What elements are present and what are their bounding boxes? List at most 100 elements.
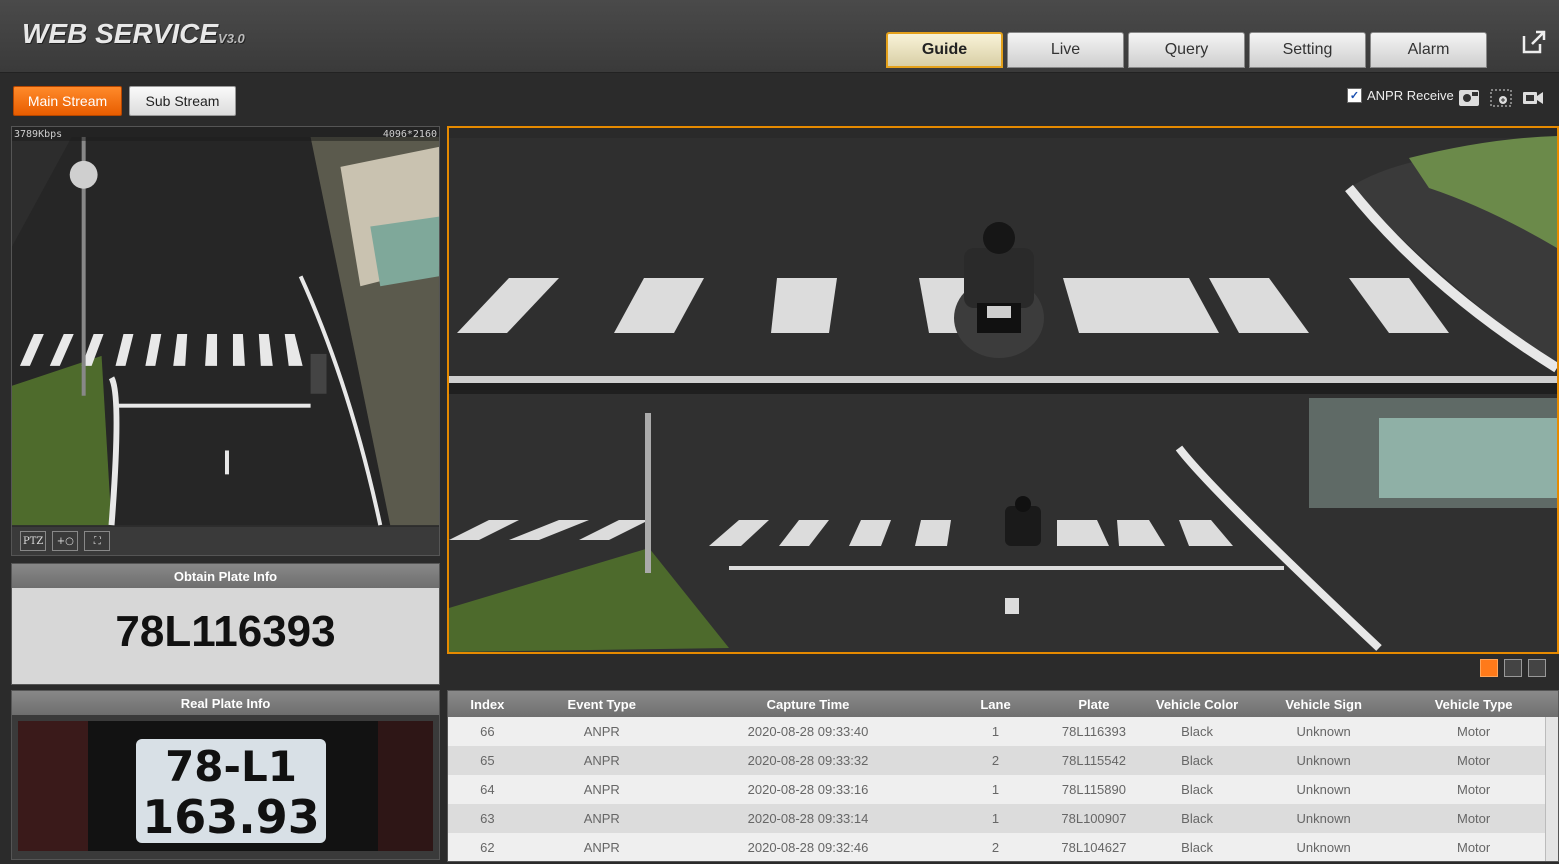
cell-index: 65 [480, 753, 495, 768]
obtained-plate-number: 78L116393 [115, 607, 336, 656]
tab-setting[interactable]: Setting [1249, 32, 1366, 68]
snapshot-icon[interactable] [1457, 86, 1481, 110]
table-row[interactable]: 65 ANPR 2020-08-28 09:33:32 2 78L115542 … [448, 746, 1558, 775]
logout-icon[interactable] [1520, 28, 1548, 56]
table-row[interactable]: 62 ANPR 2020-08-28 09:32:46 2 78L104627 … [448, 833, 1558, 861]
cell-lane: 1 [991, 811, 1000, 826]
cell-plate: 78L100907 [1061, 811, 1127, 826]
bitrate-readout: 3789Kbps [14, 129, 63, 140]
table-header: Index Event Type Capture Time Lane Plate… [448, 691, 1558, 717]
table-scrollbar[interactable] [1545, 717, 1558, 861]
table-body: 66 ANPR 2020-08-28 09:33:40 1 78L116393 … [448, 717, 1558, 861]
anpr-receive-toggle[interactable]: ✓ ANPR Receive [1347, 88, 1454, 103]
cell-vehicle-type: Motor [1457, 840, 1491, 855]
cell-capture-time: 2020-08-28 09:33:40 [747, 724, 869, 739]
cell-vehicle-type: Motor [1457, 811, 1491, 826]
plate-line2: 163.93 [142, 790, 320, 844]
fullscreen-view-icon[interactable] [1528, 659, 1546, 677]
anpr-events-table: Index Event Type Capture Time Lane Plate… [447, 690, 1559, 862]
resolution-readout: 4096*2160 [382, 129, 437, 140]
cell-capture-time: 2020-08-28 09:33:32 [747, 753, 869, 768]
col-index[interactable]: Index [448, 691, 527, 717]
cell-index: 64 [480, 782, 495, 797]
street-scene-image [12, 127, 439, 555]
cell-vehicle-color: Black [1181, 840, 1213, 855]
tab-guide[interactable]: Guide [886, 32, 1003, 68]
cell-vehicle-color: Black [1181, 753, 1213, 768]
col-lane[interactable]: Lane [939, 691, 1052, 717]
main-tabs: Guide Live Query Setting Alarm [886, 32, 1487, 70]
anpr-label: ANPR Receive [1367, 88, 1454, 103]
zoom-region-icon[interactable] [1489, 86, 1513, 110]
cell-plate: 78L116393 [1061, 724, 1126, 739]
live-video-view[interactable]: 3789Kbps 4096*2160 PTZ +○ ⛶ [11, 126, 440, 556]
ptz-controls: PTZ +○ ⛶ [12, 527, 439, 555]
col-event-type[interactable]: Event Type [527, 691, 677, 717]
plate-crop-image: 78-L1 163.93 [18, 721, 433, 851]
plate-crop-graphic: 78-L1 163.93 [18, 721, 433, 851]
cell-index: 63 [480, 811, 495, 826]
ptz-button[interactable]: PTZ [20, 531, 47, 551]
table-row[interactable]: 66 ANPR 2020-08-28 09:33:40 1 78L116393 … [448, 717, 1558, 746]
cell-capture-time: 2020-08-28 09:32:46 [747, 840, 869, 855]
cell-index: 66 [480, 724, 495, 739]
col-vehicle-color[interactable]: Vehicle Color [1136, 691, 1258, 717]
top-bar: WEB SERVICEV3.0 Guide Live Query Setting… [0, 0, 1559, 73]
main-stream-button[interactable]: Main Stream [13, 86, 122, 116]
cell-plate: 78L115890 [1061, 782, 1126, 797]
capture-scene-image [449, 128, 1557, 652]
cell-event-type: ANPR [583, 840, 620, 855]
cell-index: 62 [480, 840, 495, 855]
anpr-checkbox[interactable]: ✓ [1347, 88, 1362, 103]
cell-lane: 2 [991, 753, 1000, 768]
fullscreen-icon[interactable]: ⛶ [84, 531, 111, 551]
col-plate[interactable]: Plate [1052, 691, 1136, 717]
plate-line1: 78-L1 [165, 742, 297, 791]
real-plate-title: Real Plate Info [12, 691, 439, 715]
grid-view-icon[interactable] [1504, 659, 1522, 677]
logo-text: WEB SERVICE [22, 18, 219, 49]
real-plate-panel: Real Plate Info 78-L1 163.93 [11, 690, 440, 860]
col-vehicle-sign[interactable]: Vehicle Sign [1258, 691, 1389, 717]
cell-event-type: ANPR [583, 724, 620, 739]
cell-event-type: ANPR [583, 782, 620, 797]
obtain-plate-panel: Obtain Plate Info 78L116393 [11, 563, 440, 685]
cell-vehicle-type: Motor [1457, 724, 1491, 739]
cell-lane: 2 [991, 840, 1000, 855]
cell-vehicle-color: Black [1181, 724, 1213, 739]
col-capture-time[interactable]: Capture Time [677, 691, 940, 717]
obtain-plate-title: Obtain Plate Info [12, 564, 439, 588]
cell-vehicle-sign: Unknown [1296, 811, 1351, 826]
cell-event-type: ANPR [583, 753, 620, 768]
cell-event-type: ANPR [583, 811, 620, 826]
cell-vehicle-type: Motor [1457, 782, 1491, 797]
tab-query[interactable]: Query [1128, 32, 1245, 68]
single-view-icon[interactable] [1480, 659, 1498, 677]
cell-vehicle-color: Black [1181, 811, 1213, 826]
capture-image-view[interactable] [447, 126, 1559, 654]
zoom-focus-icon[interactable]: +○ [52, 531, 79, 551]
cell-plate: 78L104627 [1061, 840, 1127, 855]
cell-vehicle-sign: Unknown [1296, 753, 1351, 768]
cell-lane: 1 [991, 782, 1000, 797]
table-row[interactable]: 64 ANPR 2020-08-28 09:33:16 1 78L115890 … [448, 775, 1558, 804]
tab-live[interactable]: Live [1007, 32, 1124, 68]
record-icon[interactable] [1521, 86, 1545, 110]
col-vehicle-type[interactable]: Vehicle Type [1389, 691, 1558, 717]
cell-vehicle-sign: Unknown [1296, 782, 1351, 797]
cell-vehicle-sign: Unknown [1296, 724, 1351, 739]
cell-capture-time: 2020-08-28 09:33:16 [747, 782, 869, 797]
cell-plate: 78L115542 [1061, 753, 1126, 768]
cell-vehicle-color: Black [1181, 782, 1213, 797]
app-logo: WEB SERVICEV3.0 [22, 18, 245, 50]
toolbar-icons [1457, 86, 1545, 110]
logo-version: V3.0 [218, 31, 245, 46]
cell-capture-time: 2020-08-28 09:33:14 [747, 811, 869, 826]
cell-vehicle-type: Motor [1457, 753, 1491, 768]
view-layout-controls [1480, 659, 1546, 677]
sub-stream-button[interactable]: Sub Stream [129, 86, 236, 116]
cell-vehicle-sign: Unknown [1296, 840, 1351, 855]
cell-lane: 1 [991, 724, 1000, 739]
table-row[interactable]: 63 ANPR 2020-08-28 09:33:14 1 78L100907 … [448, 804, 1558, 833]
tab-alarm[interactable]: Alarm [1370, 32, 1487, 68]
